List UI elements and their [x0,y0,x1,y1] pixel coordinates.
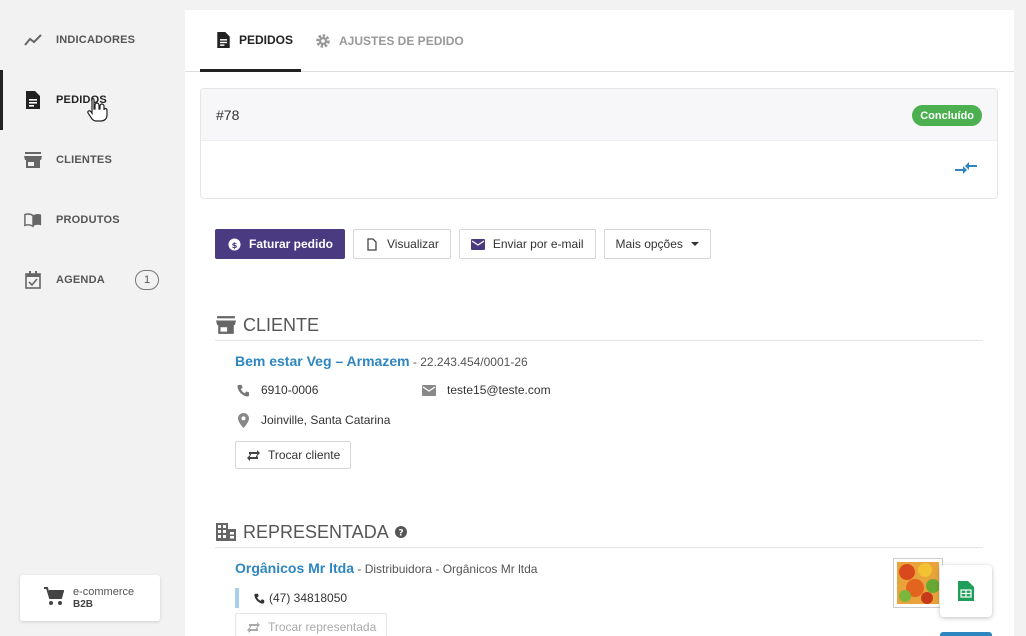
section-divider [215,340,983,341]
document-icon [24,91,42,109]
change-representative-label: Trocar representada [268,620,377,634]
caret-down-icon [690,242,699,246]
shopping-cart-icon [44,587,64,605]
agenda-count-badge: 1 [135,270,159,290]
client-email: teste15@teste.com [421,382,551,398]
client-location: Joinville, Santa Catarina [235,412,390,428]
client-section-title: CLIENTE [215,312,319,338]
phone-highlight-bar [235,588,239,608]
sidebar-item-indicadores[interactable]: INDICADORES [0,10,176,70]
send-email-button[interactable]: Enviar por e-mail [458,229,596,259]
section-divider [215,547,983,548]
send-email-label: Enviar por e-mail [492,237,584,251]
invoice-order-button[interactable]: $ Faturar pedido [215,229,346,259]
dollar-coin-icon: $ [227,237,241,251]
sidebar: INDICADORES PEDIDOS CLIENTES PRODUTOS AG… [0,0,176,636]
envelope-icon [470,237,485,251]
client-name-line: Bem estar Veg – Armazem - 22.243.454/000… [235,353,528,369]
tab-bar: PEDIDOS AJUSTES DE PEDIDO [185,10,1014,72]
vegetables-image [897,562,940,604]
gear-icon [315,33,331,49]
representative-name-line: Orgânicos Mr ltda - Distribuidora - Orgâ… [235,560,537,576]
sidebar-item-label: PRODUTOS [56,214,120,226]
client-section-label: CLIENTE [243,314,320,335]
change-client-button[interactable]: Trocar cliente [235,441,352,469]
store-icon [24,151,42,169]
store-icon [215,315,237,335]
book-icon [24,211,42,229]
representative-phone-value: (47) 34818050 [269,591,348,605]
view-button[interactable]: Visualizar [353,229,451,259]
svg-text:$: $ [231,239,237,249]
map-pin-icon [235,412,251,428]
client-location-value: Joinville, Santa Catarina [261,413,391,427]
status-badge: Concluído [912,105,982,126]
change-client-label: Trocar cliente [268,448,341,462]
view-label: Visualizar [387,237,439,251]
main-panel: PEDIDOS AJUSTES DE PEDIDO #78 Concluído … [185,10,1014,636]
building-icon [215,522,237,542]
trend-line-icon [24,31,42,49]
ecommerce-sublabel: B2B [73,599,94,610]
client-name-link[interactable]: Bem estar Veg – Armazem [235,353,410,369]
spreadsheet-icon [958,581,974,601]
client-email-value: teste15@teste.com [447,383,551,397]
spreadsheet-export-button[interactable] [940,565,992,617]
client-phone: 6910-0006 [235,382,318,398]
order-actions: $ Faturar pedido Visualizar Enviar por e… [215,229,711,259]
representative-section-label: REPRESENTADA [243,521,389,542]
sidebar-item-label: AGENDA [56,274,105,286]
order-number: #78 [216,107,240,123]
tab-pedidos[interactable]: PEDIDOS [200,10,301,72]
order-header: #78 Concluído [201,89,997,141]
representative-logo [893,558,943,608]
invoice-order-label: Faturar pedido [249,237,334,251]
svg-text:?: ? [398,529,403,539]
representative-phone: (47) 34818050 [253,590,347,606]
envelope-icon [421,382,437,398]
collapse-arrows-icon[interactable] [955,159,977,177]
tab-label: AJUSTES DE PEDIDO [339,34,464,48]
order-summary-card: #78 Concluído [200,88,998,199]
file-outline-icon [365,237,379,251]
hand-cursor-icon [87,97,108,122]
change-representative-button[interactable]: Trocar representada [235,613,388,636]
document-icon [215,31,231,48]
more-options-label: Mais opções [615,237,683,251]
representative-description: - Distribuidora - Orgânicos Mr ltda [354,562,538,576]
sidebar-item-label: CLIENTES [56,154,112,166]
sidebar-item-agenda[interactable]: AGENDA 1 [0,250,176,310]
calendar-check-icon [24,271,42,289]
phone-icon [253,590,265,606]
ecommerce-b2b-button[interactable]: e-commerce B2B [20,575,160,621]
phone-icon [235,382,251,398]
ecommerce-label: e-commerce [73,586,135,598]
swap-arrows-icon [246,620,260,634]
representative-name-link[interactable]: Orgânicos Mr ltda [235,560,354,576]
tab-ajustes-de-pedido[interactable]: AJUSTES DE PEDIDO [315,10,464,72]
sidebar-item-produtos[interactable]: PRODUTOS [0,190,176,250]
client-phone-value: 6910-0006 [261,383,319,397]
more-options-dropdown[interactable]: Mais opções [603,229,711,259]
floating-button-peek[interactable] [940,632,992,636]
sidebar-item-label: INDICADORES [56,34,136,46]
tab-label: PEDIDOS [239,32,294,47]
help-icon[interactable]: ? [394,526,407,539]
swap-arrows-icon [246,448,260,462]
client-document: - 22.243.454/0001-26 [409,355,528,369]
sidebar-item-clientes[interactable]: CLIENTES [0,130,176,190]
representative-section-title: REPRESENTADA ? [215,519,407,545]
